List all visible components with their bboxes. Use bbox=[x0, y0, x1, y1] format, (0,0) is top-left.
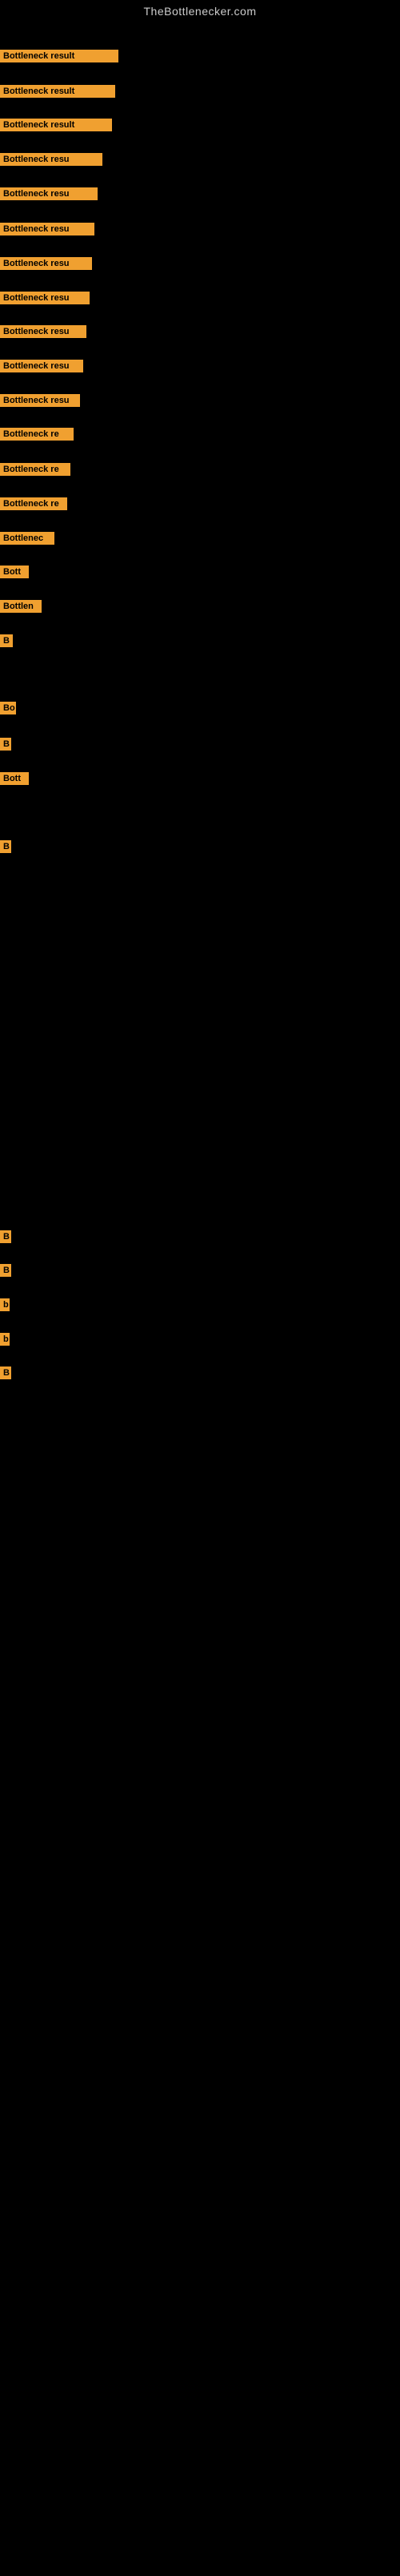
bar-label-11: Bottleneck resu bbox=[0, 394, 80, 407]
bar-label-14: Bottleneck re bbox=[0, 497, 67, 510]
bar-row-8: Bottleneck resu bbox=[0, 292, 90, 304]
bar-row-10: Bottleneck resu bbox=[0, 360, 83, 372]
bar-row-23: B bbox=[0, 1230, 11, 1243]
bar-label-16: Bott bbox=[0, 566, 29, 578]
bar-label-25: b bbox=[0, 1298, 10, 1311]
bar-row-22: B bbox=[0, 840, 11, 853]
bar-row-21: Bott bbox=[0, 772, 29, 785]
bar-label-21: Bott bbox=[0, 772, 29, 785]
bar-row-9: Bottleneck resu bbox=[0, 325, 86, 338]
bar-row-16: Bott bbox=[0, 566, 29, 578]
bar-label-17: Bottlen bbox=[0, 600, 42, 613]
bar-label-7: Bottleneck resu bbox=[0, 257, 92, 270]
bar-row-25: b bbox=[0, 1298, 10, 1311]
bar-row-2: Bottleneck result bbox=[0, 85, 115, 98]
bar-row-6: Bottleneck resu bbox=[0, 223, 94, 235]
bar-row-18: B bbox=[0, 634, 13, 647]
bar-label-15: Bottlenec bbox=[0, 532, 54, 545]
bar-label-22: B bbox=[0, 840, 11, 853]
bar-label-12: Bottleneck re bbox=[0, 428, 74, 441]
bar-row-19: Bo bbox=[0, 702, 16, 714]
bar-row-7: Bottleneck resu bbox=[0, 257, 92, 270]
bar-label-19: Bo bbox=[0, 702, 16, 714]
bar-label-6: Bottleneck resu bbox=[0, 223, 94, 235]
bar-label-13: Bottleneck re bbox=[0, 463, 70, 476]
bar-row-15: Bottlenec bbox=[0, 532, 54, 545]
bar-label-18: B bbox=[0, 634, 13, 647]
bar-row-13: Bottleneck re bbox=[0, 463, 70, 476]
site-title: TheBottlenecker.com bbox=[0, 0, 400, 21]
bar-label-3: Bottleneck result bbox=[0, 119, 112, 131]
bar-label-5: Bottleneck resu bbox=[0, 187, 98, 200]
bar-label-4: Bottleneck resu bbox=[0, 153, 102, 166]
bar-row-5: Bottleneck resu bbox=[0, 187, 98, 200]
bar-label-1: Bottleneck result bbox=[0, 50, 118, 62]
bar-row-4: Bottleneck resu bbox=[0, 153, 102, 166]
bar-label-26: b bbox=[0, 1333, 10, 1346]
bar-label-10: Bottleneck resu bbox=[0, 360, 83, 372]
bar-row-12: Bottleneck re bbox=[0, 428, 74, 441]
bar-row-24: B bbox=[0, 1264, 11, 1277]
bar-label-24: B bbox=[0, 1264, 11, 1277]
bar-row-17: Bottlen bbox=[0, 600, 42, 613]
bar-label-8: Bottleneck resu bbox=[0, 292, 90, 304]
bar-label-20: B bbox=[0, 738, 11, 751]
bar-label-27: B bbox=[0, 1366, 11, 1379]
bar-row-20: B bbox=[0, 738, 11, 751]
bar-row-26: b bbox=[0, 1333, 10, 1346]
bar-row-11: Bottleneck resu bbox=[0, 394, 80, 407]
bar-row-27: B bbox=[0, 1366, 11, 1379]
bar-label-23: B bbox=[0, 1230, 11, 1243]
bar-label-2: Bottleneck result bbox=[0, 85, 115, 98]
bar-row-3: Bottleneck result bbox=[0, 119, 112, 131]
bar-row-14: Bottleneck re bbox=[0, 497, 67, 510]
bar-label-9: Bottleneck resu bbox=[0, 325, 86, 338]
bar-row-1: Bottleneck result bbox=[0, 50, 118, 62]
